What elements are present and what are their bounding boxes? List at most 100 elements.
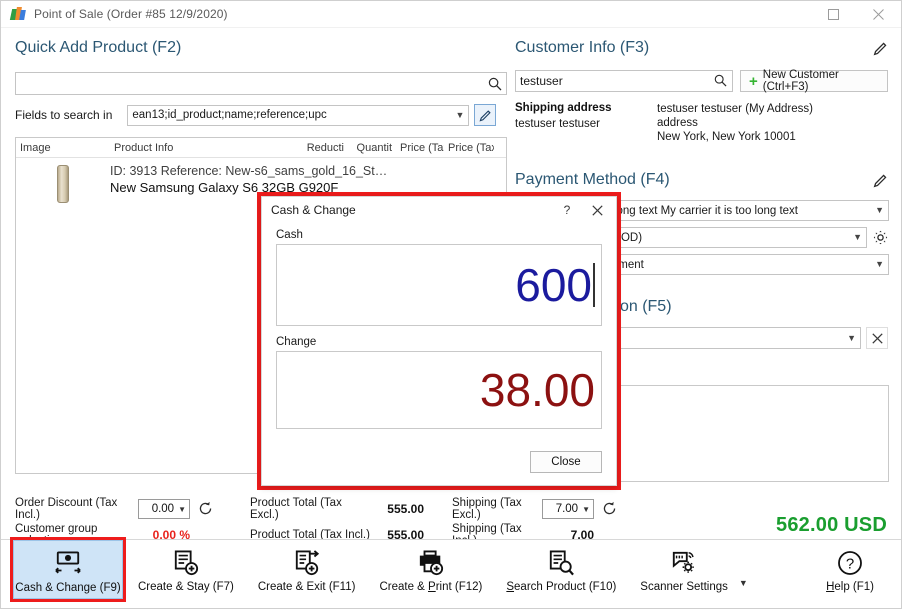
fields-to-search-row: Fields to search in ean13;id_product;nam…: [15, 104, 507, 126]
product-grid-header: Image Product Info Reducti Quantit Price…: [16, 138, 506, 158]
summary-discount-group: Order Discount (Tax Incl.) 0.00 ▼ Custom…: [15, 497, 214, 547]
search-product-icon: [547, 548, 575, 578]
edit-customer-pencil-icon[interactable]: [871, 39, 889, 57]
column-header-product-info[interactable]: Product Info: [110, 142, 302, 154]
column-header-reduction[interactable]: Reducti: [302, 142, 348, 154]
shipping-address-label: Shipping address: [515, 102, 612, 114]
create-and-exit-button[interactable]: Create & Exit (F11): [249, 540, 365, 593]
plus-icon: +: [749, 72, 758, 90]
scanner-settings-label: Scanner Settings: [640, 581, 728, 593]
cash-input[interactable]: 600: [276, 244, 602, 326]
create-stay-icon: [172, 548, 200, 578]
window-controls: [811, 1, 901, 28]
close-button[interactable]: Close: [530, 451, 602, 473]
column-header-price-incl[interactable]: Price (Tax I: [444, 142, 494, 154]
address-line-3: New York, New York 10001: [657, 131, 796, 143]
dialog-body: Cash 600 Change 38.00: [262, 223, 616, 441]
create-and-print-label: Create & Print (F12): [379, 581, 483, 593]
summary-shipping-group: Shipping (Tax Excl.) 7.00 ▼ Shipping (Ta…: [452, 497, 618, 547]
refresh-shipping-icon[interactable]: [602, 501, 618, 517]
order-discount-label: Order Discount (Tax Incl.): [15, 497, 118, 521]
fields-to-search-label: Fields to search in: [15, 108, 113, 122]
search-product-label: Search Product (F10): [506, 581, 617, 593]
chevron-down-icon: ▼: [875, 205, 884, 215]
close-icon[interactable]: [856, 1, 901, 28]
grand-total: 562.00 USD: [776, 514, 887, 536]
create-and-stay-label: Create & Stay (F7): [138, 581, 234, 593]
dialog-close-icon[interactable]: [582, 199, 612, 221]
bottom-toolbar: Cash & Change (F9) Create & Stay (F7) Cr…: [1, 537, 901, 608]
cash-and-change-dialog: Cash & Change ? Cash 600 Change 38.00 Cl…: [257, 192, 621, 490]
search-icon: [488, 77, 502, 91]
edit-payment-pencil-icon[interactable]: [871, 171, 889, 189]
cash-and-change-label: Cash & Change (F9): [15, 582, 121, 594]
help-button[interactable]: ? Help (F1): [817, 540, 883, 593]
gear-icon[interactable]: [873, 230, 889, 246]
customer-info-header: Customer Info (F3): [515, 28, 889, 58]
dialog-footer: Close: [262, 441, 616, 485]
main-content: Quick Add Product (F2) Fields to search …: [1, 28, 901, 547]
shipping-address-block: Shipping address testuser testuser testu…: [515, 102, 889, 144]
summary-bar: Order Discount (Tax Incl.) 0.00 ▼ Custom…: [15, 497, 891, 547]
scanner-settings-dropdown-icon[interactable]: ▼: [739, 578, 748, 588]
customer-info-heading: Customer Info (F3): [515, 39, 650, 56]
customer-search-value: testuser: [520, 74, 563, 88]
chevron-down-icon: ▼: [875, 259, 884, 269]
search-product-button[interactable]: Search Product (F10): [497, 540, 625, 593]
change-label: Change: [276, 336, 317, 348]
edit-fields-button[interactable]: [474, 104, 497, 126]
column-header-quantity[interactable]: Quantit: [348, 142, 396, 154]
customer-search-input[interactable]: testuser: [515, 70, 733, 92]
dialog-window: Cash & Change ? Cash 600 Change 38.00 Cl…: [261, 196, 617, 486]
change-value: 38.00: [479, 364, 595, 416]
new-customer-label: New Customer (Ctrl+F3): [762, 69, 839, 93]
product-total-excl-label: Product Total (Tax Excl.): [250, 497, 342, 521]
scanner-settings-button[interactable]: Scanner Settings: [631, 540, 737, 593]
shipping-excl-value: 7.00: [555, 503, 579, 515]
column-header-price-excl[interactable]: Price (Ta›: [396, 142, 444, 154]
search-icon: [714, 74, 728, 88]
shipping-stepper[interactable]: 7.00 ▼: [542, 499, 594, 519]
create-and-stay-button[interactable]: Create & Stay (F7): [129, 540, 243, 593]
order-discount-value: 0.00: [151, 503, 175, 515]
column-header-image[interactable]: Image: [16, 142, 110, 154]
fields-to-search-combo[interactable]: ean13;id_product;name;reference;upc ▼: [127, 104, 470, 126]
change-output: 38.00: [276, 351, 602, 429]
help-icon: ?: [837, 548, 863, 578]
address-line-1: testuser testuser (My Address): [657, 103, 813, 115]
chevron-down-icon: ▼: [582, 504, 590, 514]
clear-coupon-button[interactable]: [866, 327, 888, 349]
product-total-excl-value: 555.00: [387, 502, 424, 516]
quick-add-search-input[interactable]: [15, 72, 507, 95]
dialog-help-icon[interactable]: ?: [552, 199, 582, 221]
new-customer-button[interactable]: + New Customer (Ctrl+F3): [740, 69, 888, 93]
chevron-down-icon: ▼: [455, 109, 465, 120]
summary-product-group: Product Total (Tax Excl.) 555.00 Product…: [250, 497, 424, 544]
customer-search-row: testuser + New Customer (Ctrl+F3): [515, 69, 889, 93]
printer-icon: [417, 548, 445, 578]
text-caret: [593, 263, 595, 307]
chevron-down-icon: ▼: [847, 332, 856, 343]
order-discount-stepper[interactable]: 0.00 ▼: [138, 499, 190, 519]
cash-label: Cash: [276, 229, 303, 241]
address-line-2: address: [657, 117, 698, 129]
payment-method-header: Payment Method (F4): [515, 170, 889, 190]
quick-add-heading: Quick Add Product (F2): [15, 39, 182, 56]
refresh-discount-icon[interactable]: [198, 501, 214, 517]
payment-method-heading: Payment Method (F4): [515, 171, 670, 188]
fields-to-search-value: ean13;id_product;name;reference;upc: [132, 109, 327, 121]
product-reference: ID: 3913 Reference: New-s6_sams_gold_16_…: [110, 164, 388, 178]
chevron-down-icon: ▼: [853, 232, 862, 242]
create-exit-icon: [293, 548, 321, 578]
help-label: Help (F1): [826, 581, 874, 593]
svg-text:?: ?: [846, 556, 854, 573]
dialog-title-bar: Cash & Change ?: [262, 197, 616, 223]
cash-and-change-button[interactable]: Cash & Change (F9): [10, 537, 126, 602]
pos-window: Point of Sale (Order #85 12/9/2020) Quic…: [0, 0, 902, 609]
barcode-scanner-icon: [670, 548, 698, 578]
shipping-excl-label: Shipping (Tax Excl.): [452, 497, 522, 521]
chevron-down-icon: ▼: [178, 504, 186, 514]
create-and-print-button[interactable]: Create & Print (F12): [370, 540, 491, 593]
window-title: Point of Sale (Order #85 12/9/2020): [34, 7, 228, 21]
maximize-icon[interactable]: [811, 1, 856, 28]
